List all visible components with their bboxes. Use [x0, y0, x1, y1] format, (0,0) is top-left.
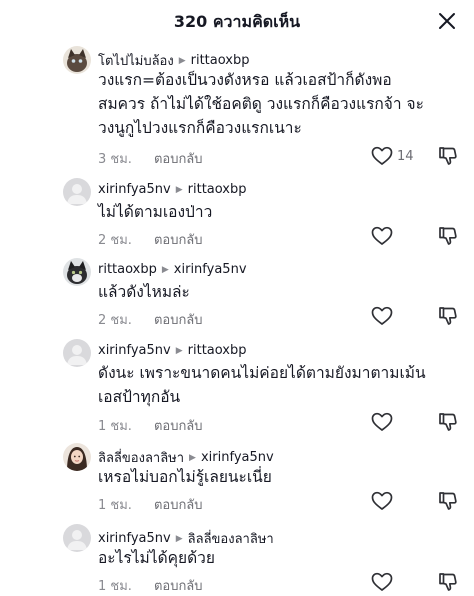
avatar[interactable]: [63, 339, 91, 367]
heart-icon: [371, 306, 393, 325]
heart-icon: [371, 226, 393, 245]
thumbs-down-icon: [439, 413, 457, 431]
close-button[interactable]: [438, 12, 456, 30]
comment-usernames: xirinfya5nv ▶ rittaoxbp: [98, 182, 247, 197]
default-avatar-icon: [67, 530, 87, 550]
comment-line: วงนูกูไปวงแรกก็คือวงแรกเนาะ: [98, 119, 302, 137]
heart-icon: [371, 491, 393, 510]
thumbs-down-icon: [439, 307, 457, 325]
heart-icon: [371, 572, 393, 591]
comment-meta: 3 ชม. ตอบกลับ: [98, 148, 203, 169]
thumbs-down-icon: [439, 573, 457, 591]
comment-text: ไม่ได้ตามเองป่าว: [98, 200, 458, 224]
reply-arrow-icon: ▶: [175, 533, 183, 544]
dislike-button[interactable]: [438, 572, 458, 592]
comment-meta: 1 ชม. ตอบกลับ: [98, 415, 203, 436]
cat-photo-icon: [63, 46, 91, 74]
comment-line: อะไรไม่ได้คุยด้วย: [98, 549, 215, 567]
reply-button[interactable]: ตอบกลับ: [154, 309, 203, 330]
reply-button[interactable]: ตอบกลับ: [154, 148, 203, 169]
dislike-button[interactable]: [438, 491, 458, 511]
heart-icon: [371, 412, 393, 431]
reply-button[interactable]: ตอบกลับ: [154, 229, 203, 250]
avatar[interactable]: [63, 443, 91, 471]
comment-time: 1 ชม.: [98, 579, 132, 594]
comment-time: 1 ชม.: [98, 419, 132, 434]
like-button[interactable]: [371, 146, 393, 166]
comment-text: อะไรไม่ได้คุยด้วย: [98, 546, 458, 570]
dislike-button[interactable]: [438, 226, 458, 246]
comment-time: 2 ชม.: [98, 313, 132, 328]
comment-meta: 1 ชม. ตอบกลับ: [98, 494, 203, 515]
dislike-button[interactable]: [438, 412, 458, 432]
dislike-button[interactable]: [438, 306, 458, 326]
reply-button[interactable]: ตอบกลับ: [154, 415, 203, 436]
comment-line: แล้วดังไหมล่ะ: [98, 283, 190, 301]
thumbs-down-icon: [439, 492, 457, 510]
reply-to-username[interactable]: xirinfya5nv: [174, 262, 247, 277]
comment-text: เหรอไม่บอกไม่รู้เลยนะเนี่ย: [98, 465, 458, 489]
avatar[interactable]: [63, 46, 91, 74]
comment-usernames: rittaoxbp ▶ xirinfya5nv: [98, 262, 247, 277]
comment-line: วงแรก=ต้องเป็นวงดังหรอ แล้วเอสป้าก็ดังพอ: [98, 71, 392, 89]
reply-to-username[interactable]: rittaoxbp: [188, 343, 247, 358]
avatar[interactable]: [63, 258, 91, 286]
thumbs-down-icon: [439, 147, 457, 165]
like-button[interactable]: [371, 572, 393, 592]
reply-to-username[interactable]: xirinfya5nv: [201, 450, 274, 465]
comment-text: แล้วดังไหมล่ะ: [98, 280, 458, 304]
comment-text: ดังนะ เพราะขนาดคนไม่ค่อยได้ตามยังมาตามเม…: [98, 361, 458, 409]
reply-to-username[interactable]: rittaoxbp: [188, 182, 247, 197]
comment-line: ดังนะ เพราะขนาดคนไม่ค่อยได้ตามยังมาตามเม…: [98, 364, 426, 382]
like-button[interactable]: [371, 412, 393, 432]
reply-arrow-icon: ▶: [178, 55, 186, 66]
comment-time: 1 ชม.: [98, 498, 132, 513]
heart-icon: [371, 146, 393, 165]
comment-text: วงแรก=ต้องเป็นวงดังหรอ แล้วเอสป้าก็ดังพอ…: [98, 68, 458, 140]
person-photo-icon: [63, 443, 91, 471]
like-button[interactable]: [371, 491, 393, 511]
default-avatar-icon: [67, 184, 87, 204]
comment-meta: 2 ชม. ตอบกลับ: [98, 309, 203, 330]
comment-line: เอสป้าทุกอัน: [98, 388, 181, 406]
thumbs-down-icon: [439, 227, 457, 245]
comment-time: 2 ชม.: [98, 233, 132, 248]
like-button[interactable]: [371, 306, 393, 326]
comment-username[interactable]: xirinfya5nv: [98, 182, 171, 197]
reply-arrow-icon: ▶: [175, 184, 183, 195]
reply-arrow-icon: ▶: [161, 264, 169, 275]
reply-arrow-icon: ▶: [175, 345, 183, 356]
reply-button[interactable]: ตอบกลับ: [154, 494, 203, 515]
cat-photo-icon: [63, 258, 91, 286]
comment-time: 3 ชม.: [98, 152, 132, 167]
comment-count-title: 320 ความคิดเห็น: [173, 12, 301, 31]
avatar[interactable]: [63, 524, 91, 552]
reply-arrow-icon: ▶: [189, 452, 196, 463]
like-count: 14: [397, 149, 414, 164]
avatar[interactable]: [63, 178, 91, 206]
comment-username[interactable]: rittaoxbp: [98, 262, 157, 277]
comments-header: 320 ความคิดเห็น: [0, 0, 474, 40]
default-avatar-icon: [67, 345, 87, 365]
comment-meta: 2 ชม. ตอบกลับ: [98, 229, 203, 250]
dislike-button[interactable]: [438, 146, 458, 166]
comment-meta: 1 ชม. ตอบกลับ: [98, 575, 203, 596]
close-icon: [439, 13, 455, 29]
comment-usernames: xirinfya5nv ▶ rittaoxbp: [98, 343, 247, 358]
comment-username[interactable]: xirinfya5nv: [98, 343, 171, 358]
comment-line: เหรอไม่บอกไม่รู้เลยนะเนี่ย: [98, 468, 272, 486]
like-button[interactable]: [371, 226, 393, 246]
comment-username[interactable]: xirinfya5nv: [98, 531, 171, 546]
comment-line: ไม่ได้ตามเองป่าว: [98, 203, 213, 221]
comment-line: สมควร ถ้าไม่ได้ใช้อคติดู วงแรกก็คือวงแรก…: [98, 95, 424, 113]
reply-button[interactable]: ตอบกลับ: [154, 575, 203, 596]
reply-to-username[interactable]: rittaoxbp: [191, 53, 250, 68]
